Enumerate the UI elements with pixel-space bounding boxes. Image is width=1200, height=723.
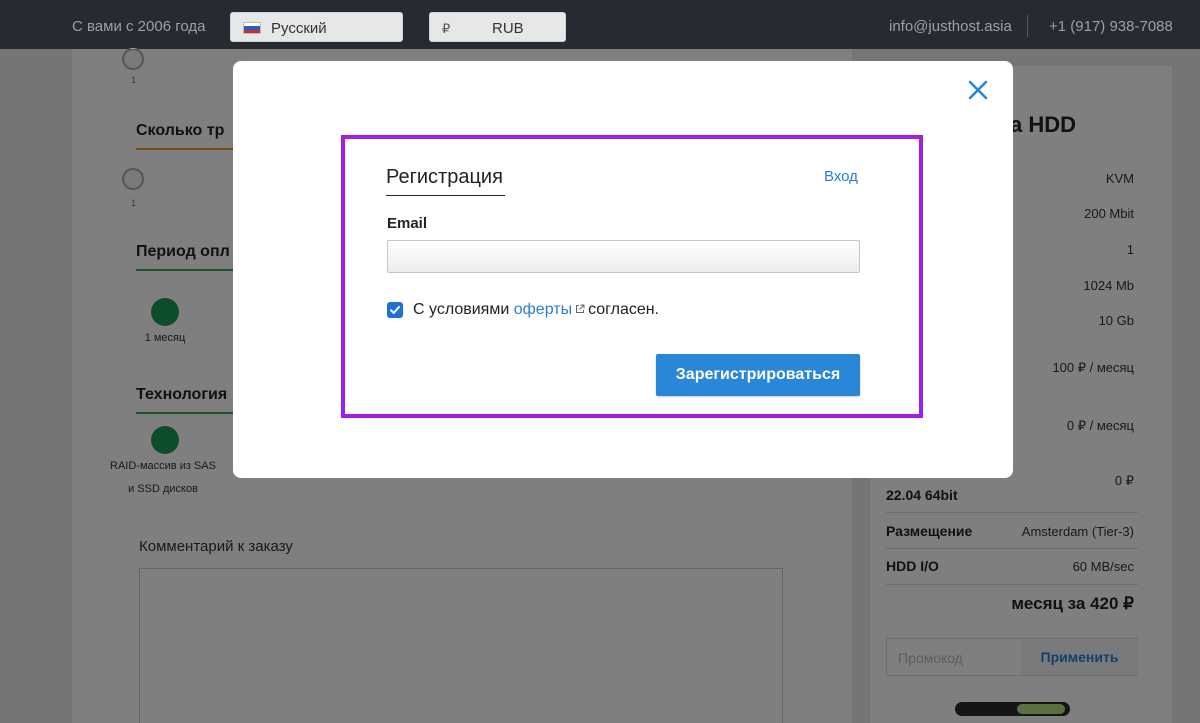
contact-phone-link[interactable]: +1 (917) 938-7088 (1049, 18, 1173, 35)
currency-selector[interactable]: ₽ RUB (429, 12, 566, 42)
check-icon (390, 306, 400, 314)
terms-prefix: С условиями (413, 301, 510, 318)
terms-checkbox[interactable] (387, 302, 403, 318)
language-label: Русский (271, 20, 327, 37)
offer-link[interactable]: оферты (514, 301, 572, 318)
language-selector[interactable]: Русский (230, 12, 403, 42)
register-button[interactable]: Зарегистрироваться (656, 354, 860, 396)
close-icon[interactable] (966, 78, 990, 102)
currency-label: RUB (492, 20, 524, 37)
russia-flag-icon (243, 22, 261, 34)
divider (1027, 15, 1028, 37)
top-bar: С вами с 2006 года Русский ₽ RUB info@ju… (0, 0, 1200, 49)
terms-text: С условиями оферты согласен. (413, 301, 659, 319)
tab-register[interactable]: Регистрация (386, 166, 503, 189)
tab-login[interactable]: Вход (824, 168, 858, 185)
email-label: Email (387, 215, 428, 232)
ruble-icon: ₽ (442, 21, 451, 36)
terms-suffix: согласен. (588, 301, 660, 318)
active-tab-underline (386, 195, 505, 196)
since-text: С вами с 2006 года (72, 18, 206, 35)
email-field[interactable] (387, 240, 860, 273)
contact-email-link[interactable]: info@justhost.asia (889, 18, 1012, 35)
external-link-icon (576, 304, 585, 313)
